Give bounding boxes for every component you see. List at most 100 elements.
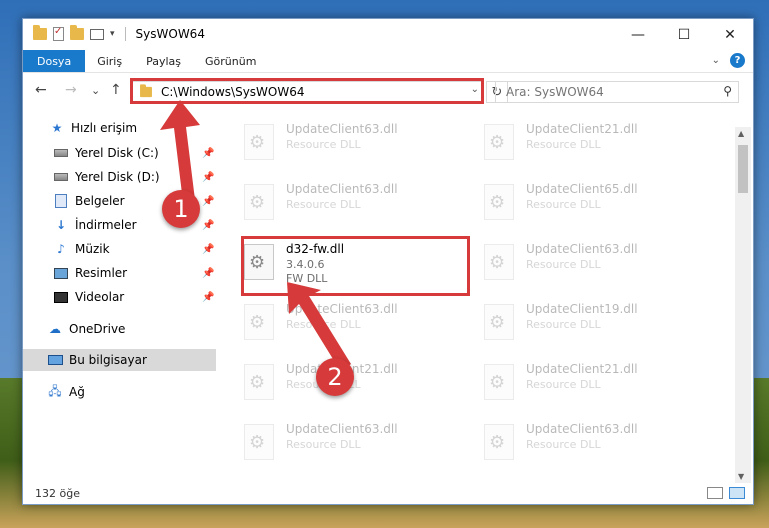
new-folder-icon[interactable] (70, 25, 84, 40)
pictures-icon (54, 267, 68, 279)
back-button[interactable]: ← (35, 82, 47, 98)
scrollbar-thumb[interactable] (738, 145, 748, 193)
search-box[interactable]: ⚲ (495, 81, 739, 103)
item-count: 132 öğe (35, 487, 80, 500)
file-description: Resource DLL (286, 318, 361, 331)
file-tile[interactable]: ⚙ UpdateClient63.dll Resource DLL (216, 176, 451, 228)
ribbon-tabs: Dosya Giriş Paylaş Görünüm ⌄ ? (23, 50, 753, 73)
sidebar-item-pictures[interactable]: Resimler 📌 (53, 262, 216, 284)
file-list: ⚙ UpdateClient63.dll Resource DLL ⚙ Upda… (216, 111, 735, 483)
minimize-button[interactable]: — (615, 19, 661, 50)
scroll-down-icon[interactable]: ▼ (738, 472, 744, 481)
file-description: Resource DLL (526, 198, 601, 211)
status-bar: 132 öğe (23, 483, 753, 504)
pin-icon[interactable]: 📌 (202, 268, 214, 279)
title-separator (124, 27, 126, 41)
dll-file-icon: ⚙ (484, 364, 516, 402)
file-tile[interactable]: ⚙ UpdateClient65.dll Resource DLL (456, 176, 691, 228)
sidebar-item-label: Yerel Disk (D:) (75, 170, 160, 184)
vertical-scrollbar[interactable]: ▲ ▼ (735, 127, 751, 483)
ribbon-right-controls: ⌄ ? (712, 53, 745, 68)
sidebar-item-network[interactable]: 🖧 Ağ (47, 381, 216, 403)
dll-file-icon: ⚙ (244, 424, 276, 462)
dll-file-icon: ⚙ (244, 124, 276, 162)
file-name: UpdateClient21.dll (526, 122, 638, 136)
dll-file-icon: ⚙ (244, 184, 276, 222)
pin-icon[interactable]: 📌 (202, 196, 214, 207)
sidebar-item-label: Belgeler (75, 194, 125, 208)
recent-locations-button[interactable]: ⌄ (91, 84, 100, 97)
sidebar-item-videos[interactable]: Videolar 📌 (53, 286, 216, 308)
file-name: UpdateClient63.dll (526, 242, 638, 256)
large-icons-view-icon[interactable] (729, 487, 745, 499)
quick-access-toolbar: ▾ SysWOW64 (33, 25, 205, 41)
sidebar-item-quick-access[interactable]: ★ Hızlı erişim (49, 117, 216, 139)
view-switcher (707, 487, 745, 499)
tab-share[interactable]: Paylaş (134, 50, 193, 72)
expand-ribbon-icon[interactable]: ⌄ (712, 55, 720, 66)
pin-icon[interactable]: 📌 (202, 148, 214, 159)
file-highlight-box (241, 236, 470, 296)
file-description: Resource DLL (526, 378, 601, 391)
file-description: Resource DLL (286, 198, 361, 211)
file-tile[interactable]: ⚙ UpdateClient21.dll Resource DLL (456, 356, 691, 408)
explorer-window: ▾ SysWOW64 — ☐ ✕ Dosya Giriş Paylaş Görü… (22, 18, 754, 505)
sidebar-item-local-disk-c[interactable]: Yerel Disk (C:) 📌 (53, 142, 216, 164)
dll-file-icon: ⚙ (484, 124, 516, 162)
pin-icon[interactable]: 📌 (202, 172, 214, 183)
file-tile[interactable]: ⚙ UpdateClient63.dll Resource DLL (216, 116, 451, 168)
file-tile[interactable]: ⚙ UpdateClient19.dll Resource DLL (456, 296, 691, 348)
pin-icon[interactable]: 📌 (202, 220, 214, 231)
forward-button[interactable]: → (65, 82, 77, 98)
title-bar: ▾ SysWOW64 — ☐ ✕ (23, 19, 753, 50)
details-view-icon[interactable] (707, 487, 723, 499)
file-name: UpdateClient63.dll (526, 422, 638, 436)
sidebar-item-this-pc[interactable]: Bu bilgisayar (23, 349, 216, 371)
sidebar-item-label: Videolar (75, 290, 125, 304)
file-description: Resource DLL (526, 318, 601, 331)
customize-view-icon[interactable] (90, 28, 104, 40)
step-2-badge: 2 (316, 358, 354, 396)
pin-icon[interactable]: 📌 (202, 292, 214, 303)
music-icon: ♪ (57, 242, 65, 256)
tab-home[interactable]: Giriş (85, 50, 134, 72)
sidebar-item-onedrive[interactable]: ☁ OneDrive (47, 318, 216, 340)
file-tile[interactable]: ⚙ UpdateClient63.dll Resource DLL (216, 296, 451, 348)
sidebar-item-label: Hızlı erişim (71, 121, 138, 135)
step-1-badge: 1 (162, 190, 200, 228)
file-tile[interactable]: ⚙ UpdateClient63.dll Resource DLL (456, 236, 691, 288)
file-name: UpdateClient19.dll (526, 302, 638, 316)
scroll-up-icon[interactable]: ▲ (738, 129, 744, 138)
download-icon: ↓ (55, 218, 67, 232)
dll-file-icon: ⚙ (484, 184, 516, 222)
sidebar-item-label: Müzik (75, 242, 110, 256)
tab-file[interactable]: Dosya (23, 50, 86, 72)
folder-icon (33, 25, 47, 40)
maximize-button[interactable]: ☐ (661, 19, 707, 50)
cloud-icon: ☁ (49, 322, 61, 336)
search-icon[interactable]: ⚲ (723, 84, 732, 98)
file-description: Resource DLL (286, 138, 361, 151)
window-title: SysWOW64 (135, 27, 205, 41)
dll-file-icon: ⚙ (484, 304, 516, 342)
file-tile[interactable]: ⚙ UpdateClient63.dll Resource DLL (456, 416, 691, 468)
close-button[interactable]: ✕ (707, 19, 753, 50)
up-button[interactable]: ↑ (110, 82, 122, 98)
file-name: UpdateClient63.dll (286, 302, 398, 316)
file-description: Resource DLL (286, 438, 361, 451)
pin-icon[interactable]: 📌 (202, 244, 214, 255)
sidebar-item-label: Ağ (69, 385, 85, 399)
sidebar-item-music[interactable]: ♪ Müzik 📌 (53, 238, 216, 260)
videos-icon (54, 291, 68, 303)
dll-file-icon: ⚙ (244, 304, 276, 342)
help-icon[interactable]: ? (730, 53, 745, 68)
sidebar-item-local-disk-d[interactable]: Yerel Disk (D:) 📌 (53, 166, 216, 188)
file-description: Resource DLL (526, 138, 601, 151)
search-input[interactable] (504, 84, 708, 100)
chevron-down-icon[interactable]: ▾ (110, 29, 115, 39)
computer-icon (47, 355, 63, 365)
tab-view[interactable]: Görünüm (193, 50, 268, 72)
file-tile[interactable]: ⚙ UpdateClient63.dll Resource DLL (216, 416, 451, 468)
file-tile[interactable]: ⚙ UpdateClient21.dll Resource DLL (456, 116, 691, 168)
properties-icon[interactable] (53, 26, 64, 41)
